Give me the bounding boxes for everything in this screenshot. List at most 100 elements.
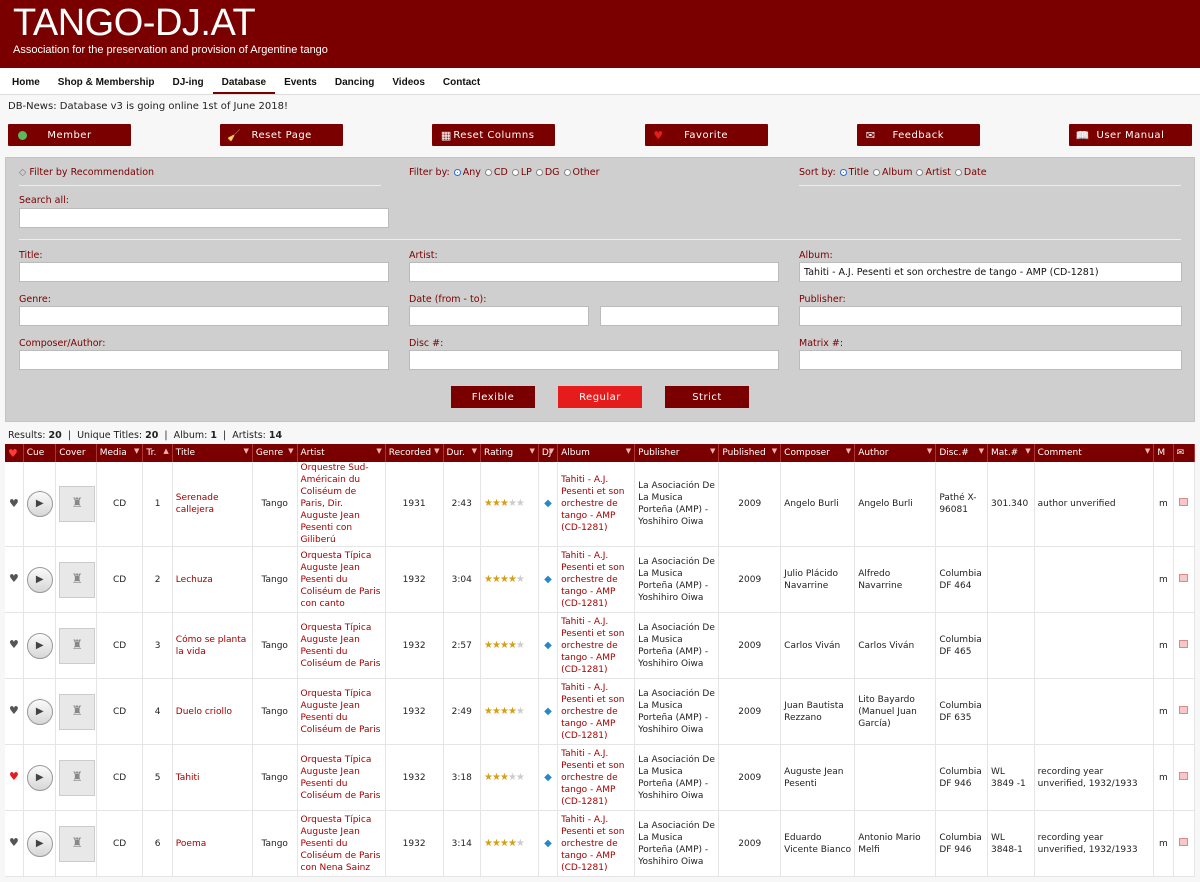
artist-input[interactable] [409, 262, 779, 282]
column-header[interactable]: Media ▼ [96, 444, 144, 462]
cue-play-button[interactable]: ▶ [26, 566, 53, 593]
favorite-button[interactable]: ♥ Favorite [644, 124, 768, 146]
column-header[interactable]: ✉ [1173, 444, 1196, 462]
cue-play-button[interactable]: ▶ [26, 698, 53, 725]
message-icon[interactable] [1179, 837, 1189, 846]
radio-option[interactable]: DG [535, 167, 560, 178]
artist-link[interactable]: Orquesta Típica Auguste Jean Pesenti du … [301, 755, 381, 801]
dj-diamond-icon[interactable]: ◆ [544, 772, 552, 783]
column-header[interactable]: Disc.# ▼ [935, 444, 989, 462]
radio-option[interactable]: Album [873, 167, 912, 178]
radio-option[interactable]: Other [563, 167, 600, 178]
column-header[interactable]: Cover [55, 444, 97, 462]
artist-link[interactable]: Orquesta Típica Auguste Jean Pesenti du … [301, 623, 381, 669]
artist-link[interactable]: Orquesta Típica Auguste Jean Pesenti du … [301, 551, 381, 609]
album-cover[interactable]: ♜ [59, 486, 96, 522]
column-header[interactable]: Rating ▼ [480, 444, 539, 462]
album-link[interactable]: Tahiti - A.J. Pesenti et son orchestre d… [561, 815, 624, 873]
rating-stars[interactable]: ★★★★★ [484, 574, 525, 585]
nav-item[interactable]: Events [275, 77, 326, 94]
column-header[interactable]: Artist ▼ [297, 444, 386, 462]
rating-stars[interactable]: ★★★★★ [484, 640, 525, 651]
dj-diamond-icon[interactable]: ◆ [544, 706, 552, 717]
table-row[interactable]: ♥ ▶ ♜ CD 6 Poema Tango Orquesta Típica Auguste … [5, 810, 1196, 877]
column-header[interactable]: Published ▼ [718, 444, 782, 462]
strict-button[interactable]: Strict [665, 386, 749, 408]
reset-columns-button[interactable]: ▦ Reset Columns [432, 124, 556, 146]
cue-play-button[interactable]: ▶ [26, 764, 53, 791]
title-link[interactable]: Duelo criollo [176, 707, 232, 717]
favorite-heart-icon[interactable]: ♥ [9, 638, 19, 651]
reset-page-button[interactable]: 🧹 Reset Page [220, 124, 344, 146]
message-icon[interactable] [1179, 573, 1189, 582]
dj-diamond-icon[interactable]: ◆ [544, 838, 552, 849]
date-from-input[interactable] [409, 306, 589, 326]
column-header[interactable]: M [1153, 444, 1174, 462]
favorite-heart-icon[interactable]: ♥ [9, 770, 19, 783]
search-all-input[interactable] [19, 208, 389, 228]
message-icon[interactable] [1179, 705, 1189, 714]
dj-diamond-icon[interactable]: ◆ [544, 574, 552, 585]
rating-stars[interactable]: ★★★★★ [484, 772, 525, 783]
column-header[interactable]: Recorded ▼ [385, 444, 444, 462]
album-cover[interactable]: ♜ [59, 693, 96, 730]
column-header[interactable]: Dur. ▼ [443, 444, 482, 462]
artist-link[interactable]: Orquesta Típica Auguste Jean Pesenti du … [301, 689, 381, 735]
album-cover[interactable]: ♜ [59, 759, 96, 796]
artist-link[interactable]: Orquestre Sud-Américain du Coliséum de P… [301, 463, 369, 545]
title-link[interactable]: Lechuza [176, 575, 213, 585]
table-row[interactable]: ♥ ▶ ♜ CD 5 Tahiti Tango Orquesta Típica Auguste… [5, 744, 1196, 811]
title-input[interactable] [19, 262, 389, 282]
user-manual-button[interactable]: 📖 User Manual [1068, 124, 1192, 146]
nav-item[interactable]: Home [3, 77, 49, 94]
album-link[interactable]: Tahiti - A.J. Pesenti et son orchestre d… [561, 617, 624, 675]
table-row[interactable]: ♥ ▶ ♜ CD 1 Serenade callejera Tango Orquestre S… [5, 462, 1196, 547]
title-link[interactable]: Poema [176, 839, 206, 849]
message-icon[interactable] [1179, 498, 1189, 506]
artist-link[interactable]: Orquesta Típica Auguste Jean Pesenti du … [301, 815, 381, 873]
dj-diamond-icon[interactable]: ◆ [544, 498, 552, 509]
column-header[interactable]: Author ▼ [854, 444, 937, 462]
column-header[interactable]: Publisher ▼ [634, 444, 720, 462]
column-header[interactable]: ♥ [5, 444, 24, 462]
date-to-input[interactable] [600, 306, 779, 326]
nav-item[interactable]: DJ-ing [163, 77, 212, 94]
table-row[interactable]: ♥ ▶ ♜ CD 4 Duelo criollo Tango Orquesta Típica … [5, 678, 1196, 745]
message-icon[interactable] [1179, 771, 1189, 780]
rating-stars[interactable]: ★★★★★ [484, 838, 525, 849]
cue-play-button[interactable]: ▶ [26, 830, 53, 857]
title-link[interactable]: Serenade callejera [176, 493, 219, 515]
column-header[interactable]: Title ▼ [172, 444, 253, 462]
album-cover[interactable]: ♜ [59, 825, 96, 862]
nav-item[interactable]: Contact [434, 77, 489, 94]
favorite-heart-icon[interactable]: ♥ [9, 836, 19, 849]
filter-recommendation[interactable]: ◇ Filter by Recommendation [19, 167, 154, 178]
nav-item[interactable]: Shop & Membership [49, 77, 164, 94]
album-cover[interactable]: ♜ [59, 627, 96, 664]
column-header[interactable]: Album ▼ [557, 444, 636, 462]
column-header[interactable]: Mat.# ▼ [987, 444, 1035, 462]
title-link[interactable]: Tahiti [176, 773, 200, 783]
album-link[interactable]: Tahiti - A.J. Pesenti et son orchestre d… [561, 683, 624, 741]
message-icon[interactable] [1179, 639, 1189, 648]
member-button[interactable]: Member [8, 124, 131, 146]
album-input[interactable]: Tahiti - A.J. Pesenti et son orchestre d… [799, 262, 1182, 282]
rating-stars[interactable]: ★★★★★ [484, 498, 525, 509]
publisher-input[interactable] [799, 306, 1182, 326]
radio-option[interactable]: Title [839, 167, 869, 178]
cue-play-button[interactable]: ▶ [26, 632, 53, 659]
favorite-heart-icon[interactable]: ♥ [9, 572, 19, 585]
radio-option[interactable]: LP [511, 167, 532, 178]
column-header[interactable]: Composer ▼ [780, 444, 856, 462]
album-link[interactable]: Tahiti - A.J. Pesenti et son orchestre d… [561, 475, 624, 533]
album-link[interactable]: Tahiti - A.J. Pesenti et son orchestre d… [561, 551, 624, 609]
radio-option[interactable]: CD [484, 167, 508, 178]
table-row[interactable]: ♥ ▶ ♜ CD 2 Lechuza Tango Orquesta Típica August… [5, 546, 1196, 613]
genre-input[interactable] [19, 306, 389, 326]
favorite-heart-icon[interactable]: ♥ [9, 704, 19, 717]
disc-input[interactable] [409, 350, 779, 370]
column-header[interactable]: Genre ▼ [252, 444, 298, 462]
radio-option[interactable]: Date [954, 167, 987, 178]
site-title[interactable]: TANGO-DJ.AT [13, 2, 256, 45]
nav-item[interactable]: Database [212, 77, 276, 94]
